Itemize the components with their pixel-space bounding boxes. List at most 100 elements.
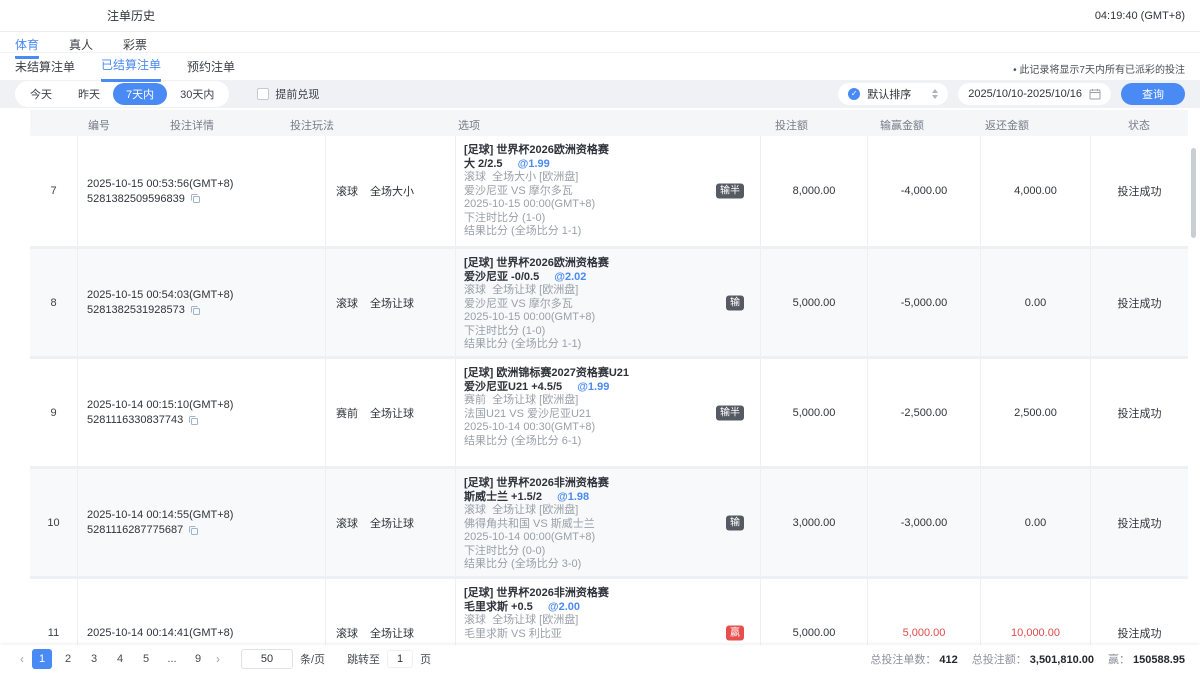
row-number: 7 xyxy=(30,136,77,246)
bet-detail-cell: 2025-10-15 00:54:03(GMT+8) 5281382531928… xyxy=(77,249,325,356)
title-bar: 注单历史 04:19:40 (GMT+8) xyxy=(0,0,1200,32)
market-line: 滚球 全场大小 [欧洲盘] xyxy=(464,171,760,185)
row-number: 8 xyxy=(30,249,77,356)
bet-detail-cell: 2025-10-15 00:53:56(GMT+8) 5281382509596… xyxy=(77,136,325,246)
return-amount: 4,000.00 xyxy=(980,136,1090,246)
play-type-cell: 滚球 全场让球 xyxy=(325,469,455,576)
market-line: 滚球 全场让球 [欧洲盘] xyxy=(464,504,760,518)
score-at-bet-line: 下注时比分 (0-0) xyxy=(464,545,760,559)
sorter-icon xyxy=(932,89,938,99)
odds-value: @1.99 xyxy=(577,381,609,393)
bet-time: 2025-10-14 00:14:41(GMT+8) xyxy=(87,627,325,639)
filter-right-group: ✓ 默认排序 2025/10/10-2025/10/16 查询 xyxy=(838,83,1185,105)
copy-icon[interactable] xyxy=(188,415,199,426)
range-30days[interactable]: 30天内 xyxy=(167,83,227,105)
bet-id-line: 5281116330837743 xyxy=(87,414,325,426)
pick-line: 毛里求斯 +0.5 @2.00 xyxy=(464,601,760,615)
sort-select-value: 默认排序 xyxy=(867,86,911,102)
score-at-bet-line: 下注时比分 (1-0) xyxy=(464,212,760,226)
page-button[interactable]: 1 xyxy=(32,649,52,669)
query-button[interactable]: 查询 xyxy=(1121,83,1185,105)
bet-status: 投注成功 xyxy=(1090,136,1188,246)
odds-value: @2.02 xyxy=(554,271,586,283)
play-phase: 滚球 xyxy=(336,515,358,531)
play-phase: 滚球 xyxy=(336,183,358,199)
subtab-settled[interactable]: 已结算注单 xyxy=(101,51,161,82)
winloss-amount: -4,000.00 xyxy=(867,136,980,246)
date-range-segmented: 今天 昨天 7天内 30天内 xyxy=(15,81,229,107)
match-time-line: 2025-10-15 00:00(GMT+8) xyxy=(464,311,760,325)
return-amount: 0.00 xyxy=(980,249,1090,356)
bet-id-line: 5281116287775687 xyxy=(87,524,325,536)
col-header-play: 投注玩法 xyxy=(290,117,334,133)
sort-select[interactable]: ✓ 默认排序 xyxy=(838,83,948,105)
total-stake: 总投注额：3,501,810.00 xyxy=(972,651,1094,667)
total-stake-label: 总投注额： xyxy=(972,654,1027,666)
result-score-line: 结果比分 (全场比分 6-1) xyxy=(464,435,760,449)
page-button[interactable]: 9 xyxy=(188,649,208,669)
range-7days[interactable]: 7天内 xyxy=(113,83,167,105)
jump-page-input[interactable] xyxy=(387,650,413,668)
col-header-id: 编号 xyxy=(88,117,110,133)
stake-amount: 5,000.00 xyxy=(760,249,867,356)
page-button[interactable]: 2 xyxy=(58,649,78,669)
match-time-line: 2025-10-14 00:30(GMT+8) xyxy=(464,421,760,435)
total-count: 总投注单数：412 xyxy=(870,651,957,667)
bet-status: 投注成功 xyxy=(1090,469,1188,576)
col-header-status: 状态 xyxy=(1128,117,1150,133)
col-header-winloss: 输赢金额 xyxy=(880,117,924,133)
prev-page-button[interactable]: ‹ xyxy=(15,652,29,666)
option-cell: [足球] 世界杯2026欧洲资格赛 爱沙尼亚 -0/0.5 @2.02 滚球 全… xyxy=(455,249,760,356)
check-circle-icon: ✓ xyxy=(848,88,860,100)
early-cashout-label: 提前兑现 xyxy=(275,86,319,102)
teams-line: 佛得角共和国 VS 斯威士兰 xyxy=(464,518,760,532)
subtab-reserved[interactable]: 预约注单 xyxy=(187,53,235,81)
bet-id-line: 5281382531928573 xyxy=(87,304,325,316)
table-row: 8 2025-10-15 00:54:03(GMT+8) 52813825319… xyxy=(30,246,1188,356)
match-time-line: 2025-10-14 00:00(GMT+8) xyxy=(464,531,760,545)
winloss-amount: -3,000.00 xyxy=(867,469,980,576)
page-button[interactable]: 4 xyxy=(110,649,130,669)
total-win: 赢：150588.95 xyxy=(1108,651,1185,667)
subtab-unsettled[interactable]: 未结算注单 xyxy=(15,53,75,81)
bet-status: 投注成功 xyxy=(1090,359,1188,466)
page-button[interactable]: 3 xyxy=(84,649,104,669)
league-name: [足球] 世界杯2026非洲资格赛 xyxy=(464,477,760,491)
checkbox-icon[interactable] xyxy=(257,88,269,100)
pick-selection: 斯威士兰 +1.5/2 xyxy=(464,491,542,503)
result-badge: 输 xyxy=(726,515,744,530)
copy-icon[interactable] xyxy=(188,525,199,536)
bet-id: 5281116330837743 xyxy=(87,414,183,426)
col-header-option: 选项 xyxy=(458,117,480,133)
page-button[interactable]: 5 xyxy=(136,649,156,669)
early-cashout-toggle[interactable]: 提前兑现 xyxy=(257,86,319,102)
bet-id: 5281382509596839 xyxy=(87,193,185,205)
odds-value: @1.98 xyxy=(557,491,589,503)
bet-table: 编号 投注详情 投注玩法 选项 投注额 输赢金额 返还金额 状态 7 2025-… xyxy=(30,110,1188,673)
play-type-cell: 滚球 全场大小 xyxy=(325,136,455,246)
play-phase: 滚球 xyxy=(336,625,358,641)
copy-icon[interactable] xyxy=(190,305,201,316)
teams-line: 爱沙尼亚 VS 摩尔多瓦 xyxy=(464,298,760,312)
page-ellipsis[interactable]: ... xyxy=(162,649,182,669)
total-count-value: 412 xyxy=(939,654,957,666)
date-range-picker[interactable]: 2025/10/10-2025/10/16 xyxy=(958,83,1111,105)
range-today[interactable]: 今天 xyxy=(17,83,65,105)
copy-icon[interactable] xyxy=(190,193,201,204)
next-page-button[interactable]: › xyxy=(211,652,225,666)
play-phase: 滚球 xyxy=(336,295,358,311)
range-yesterday[interactable]: 昨天 xyxy=(65,83,113,105)
total-count-label: 总投注单数： xyxy=(870,654,936,666)
vertical-scrollbar[interactable] xyxy=(1191,148,1196,238)
odds-value: @1.99 xyxy=(518,158,550,170)
bet-id: 5281382531928573 xyxy=(87,304,185,316)
page-size-input[interactable] xyxy=(241,649,293,669)
play-market: 全场让球 xyxy=(370,625,414,641)
pick-selection: 大 2/2.5 xyxy=(464,158,503,170)
table-header: 编号 投注详情 投注玩法 选项 投注额 输赢金额 返还金额 状态 xyxy=(30,110,1188,136)
page-title: 注单历史 xyxy=(107,7,155,24)
pagination: ‹ 12345... 9 › xyxy=(15,649,225,669)
market-line: 滚球 全场让球 [欧洲盘] xyxy=(464,284,760,298)
row-number: 9 xyxy=(30,359,77,466)
col-header-stake: 投注额 xyxy=(775,117,808,133)
